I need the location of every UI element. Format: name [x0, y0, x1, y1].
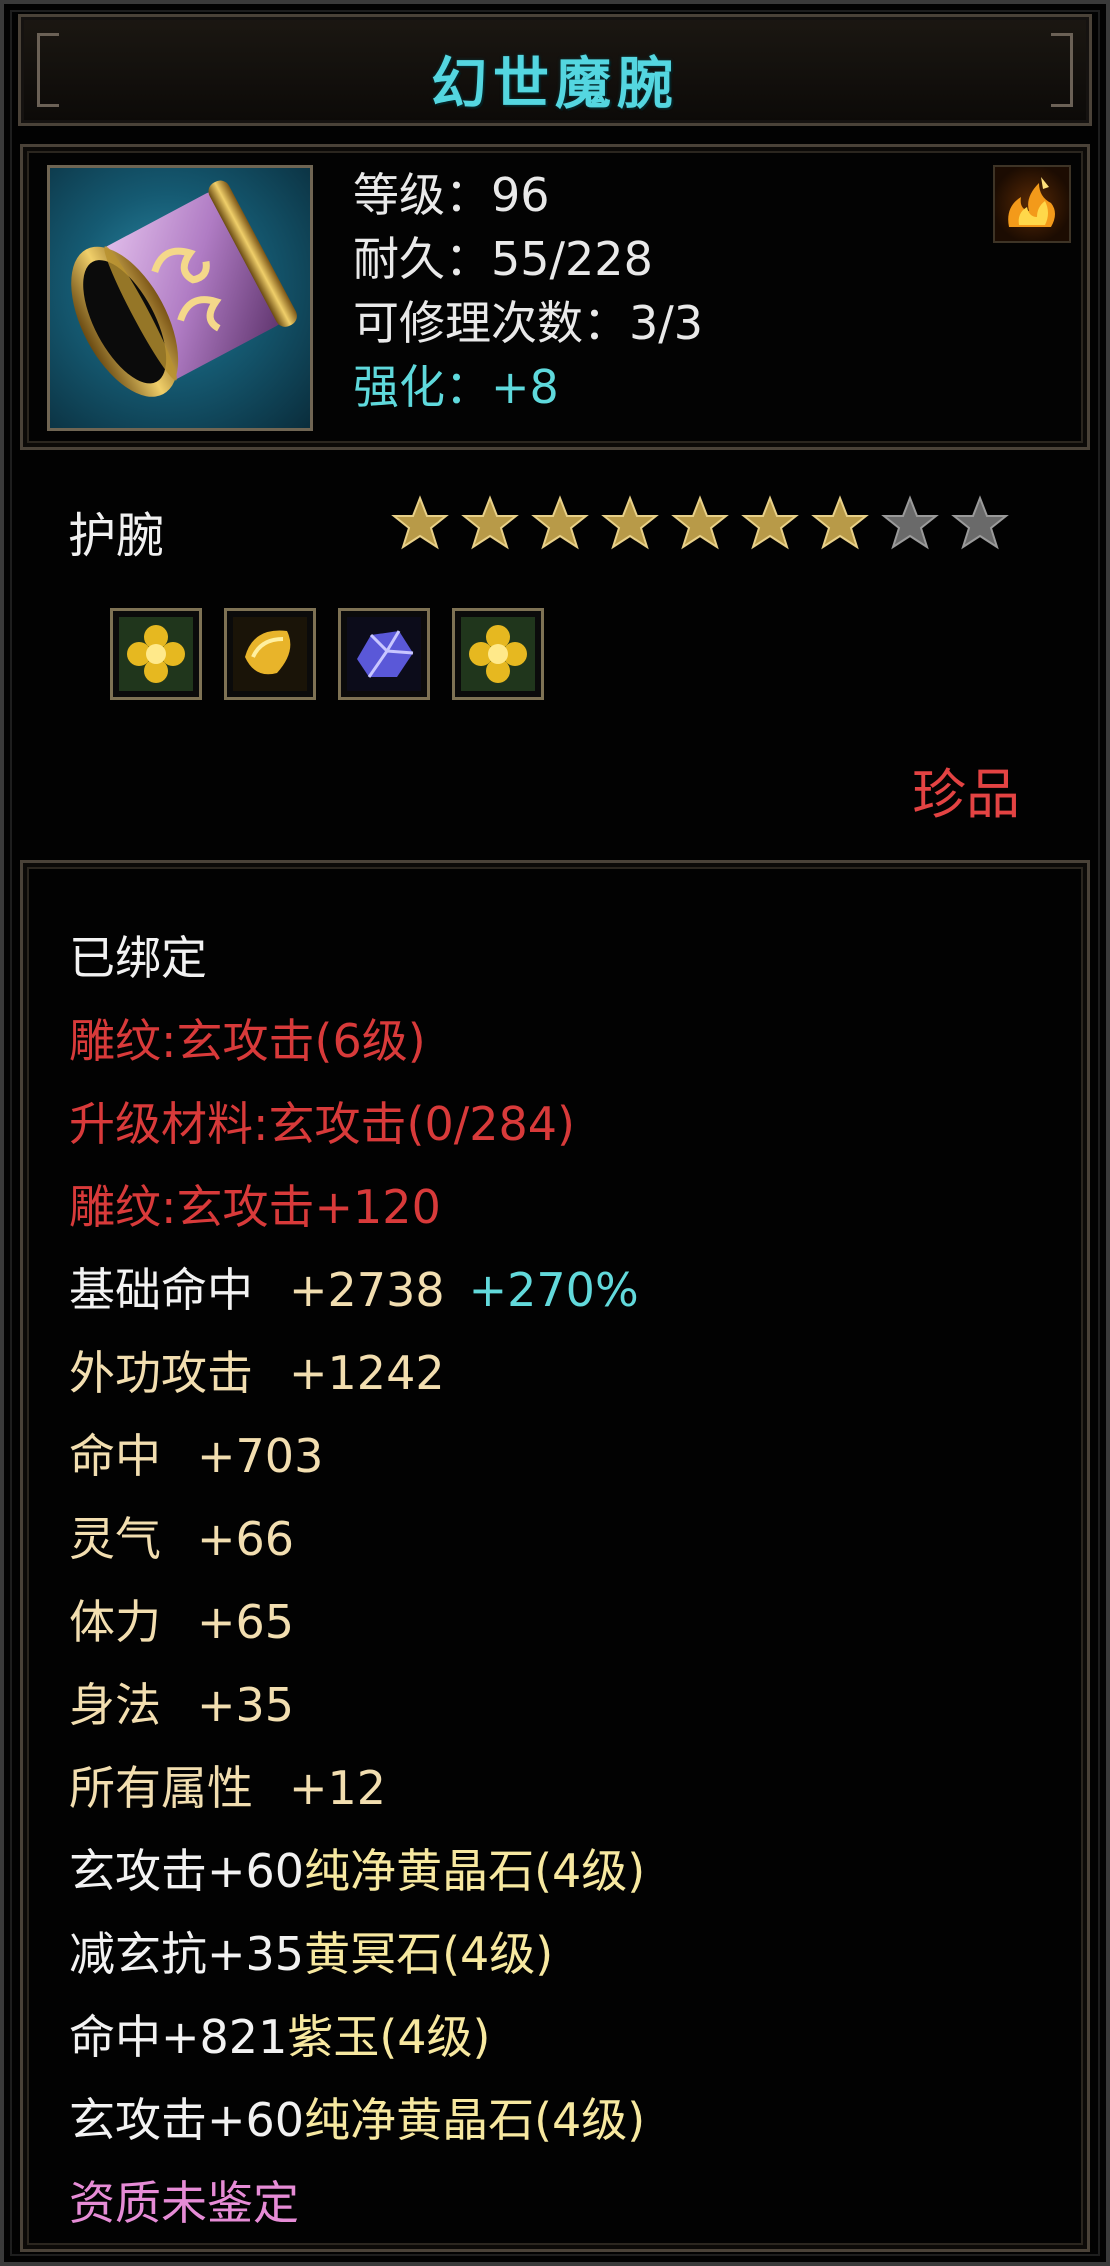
yellow-flower-gem-icon: [119, 617, 193, 691]
stat-value: +35: [197, 1678, 295, 1732]
quality-status: 资质未鉴定: [69, 2176, 299, 2230]
gem-socket-1[interactable]: [110, 608, 202, 700]
item-details-box: 已绑定 雕纹:玄攻击(6级) 升级材料:玄攻击(0/284) 雕纹:玄攻击+12…: [20, 860, 1090, 2252]
stat-label: 命中: [69, 1429, 161, 1483]
gem-socket-4[interactable]: [452, 608, 544, 700]
gem-effect-row: 减玄抗+35黄冥石(4级): [69, 1913, 645, 1996]
item-icon-slot: [47, 165, 313, 431]
bound-status: 已绑定: [69, 931, 207, 985]
stat-row: 命中 +703: [69, 1415, 645, 1498]
gem-effect-row: 玄攻击+60纯净黄晶石(4级): [69, 2079, 645, 2162]
stat-row: 灵气 +66: [69, 1498, 645, 1581]
stat-row: 体力 +65: [69, 1581, 645, 1664]
enhance-text: 强化：+8: [353, 360, 559, 414]
item-basic-stats: 等级：96 耐久：55/228 可修理次数：3/3 强化：+8: [353, 163, 703, 419]
purple-crystal-gem-icon: [347, 617, 421, 691]
star-filled-icon: [391, 495, 449, 550]
engrave-bonus: 雕纹:玄攻击+120: [69, 1180, 441, 1234]
gem-sockets: [110, 608, 544, 700]
gem-name: 紫玉(4级): [287, 2010, 491, 2064]
star-filled-icon: [531, 495, 589, 550]
gem-socket-2[interactable]: [224, 608, 316, 700]
item-tooltip: 幻世魔腕 等级：96 耐久：55/228 可修理次数：3/3 强化：+8 护腕 …: [0, 0, 1110, 2266]
stat-label: 体力: [69, 1595, 161, 1649]
item-type: 护腕: [68, 508, 165, 564]
stat-value: +12: [289, 1761, 387, 1815]
stat-row: 身法 +35: [69, 1664, 645, 1747]
bracer-icon: [71, 180, 297, 397]
stat-label: 外功攻击: [69, 1346, 253, 1400]
base-hit-percent: +270%: [468, 1263, 639, 1317]
gem-effect: 减玄抗+35: [69, 1927, 305, 1981]
title-bar: 幻世魔腕: [18, 14, 1092, 126]
star-empty-icon: [881, 495, 939, 550]
yellow-flower-gem-icon: [461, 617, 535, 691]
stat-row: 所有属性 +12: [69, 1747, 645, 1830]
fire-attribute-icon: [993, 165, 1071, 243]
upgrade-material: 升级材料:玄攻击(0/284): [69, 1097, 575, 1151]
level-text: 等级：96: [353, 168, 550, 222]
gem-effect: 玄攻击+60: [69, 1844, 305, 1898]
gem-socket-3[interactable]: [338, 608, 430, 700]
repair-count-text: 可修理次数：3/3: [353, 296, 704, 350]
star-filled-icon: [811, 495, 869, 550]
gem-name: 纯净黄晶石(4级): [304, 1844, 646, 1898]
stat-label: 身法: [69, 1678, 161, 1732]
gem-effect-row: 命中+821紫玉(4级): [69, 1996, 645, 2079]
star-rating: [390, 494, 1010, 564]
stat-value: +66: [197, 1512, 295, 1566]
durability-text: 耐久：55/228: [353, 232, 653, 286]
engrave-level: 雕纹:玄攻击(6级): [69, 1014, 426, 1068]
stat-row: 外功攻击 +1242: [69, 1332, 645, 1415]
star-filled-icon: [601, 495, 659, 550]
gem-effect: 玄攻击+60: [69, 2093, 305, 2147]
gem-effect: 命中+821: [69, 2010, 288, 2064]
gem-name: 黄冥石(4级): [304, 1927, 554, 1981]
base-hit-value: +2738: [289, 1263, 445, 1317]
gem-name: 纯净黄晶石(4级): [304, 2093, 646, 2147]
rarity-label: 珍品: [912, 763, 1020, 826]
star-filled-icon: [461, 495, 519, 550]
base-hit-row: 基础命中 +2738 +270%: [69, 1249, 645, 1332]
stat-value: +65: [197, 1595, 295, 1649]
stat-label: 所有属性: [69, 1761, 253, 1815]
item-info-box: 等级：96 耐久：55/228 可修理次数：3/3 强化：+8: [20, 144, 1090, 450]
item-name: 幻世魔腕: [431, 52, 679, 117]
stat-label: 灵气: [69, 1512, 161, 1566]
base-hit-label: 基础命中: [69, 1263, 253, 1317]
star-empty-icon: [951, 495, 1009, 550]
gold-leaf-gem-icon: [233, 617, 307, 691]
star-filled-icon: [671, 495, 729, 550]
stat-value: +703: [197, 1429, 324, 1483]
gem-effect-row: 玄攻击+60纯净黄晶石(4级): [69, 1830, 645, 1913]
stat-value: +1242: [289, 1346, 445, 1400]
star-filled-icon: [741, 495, 799, 550]
